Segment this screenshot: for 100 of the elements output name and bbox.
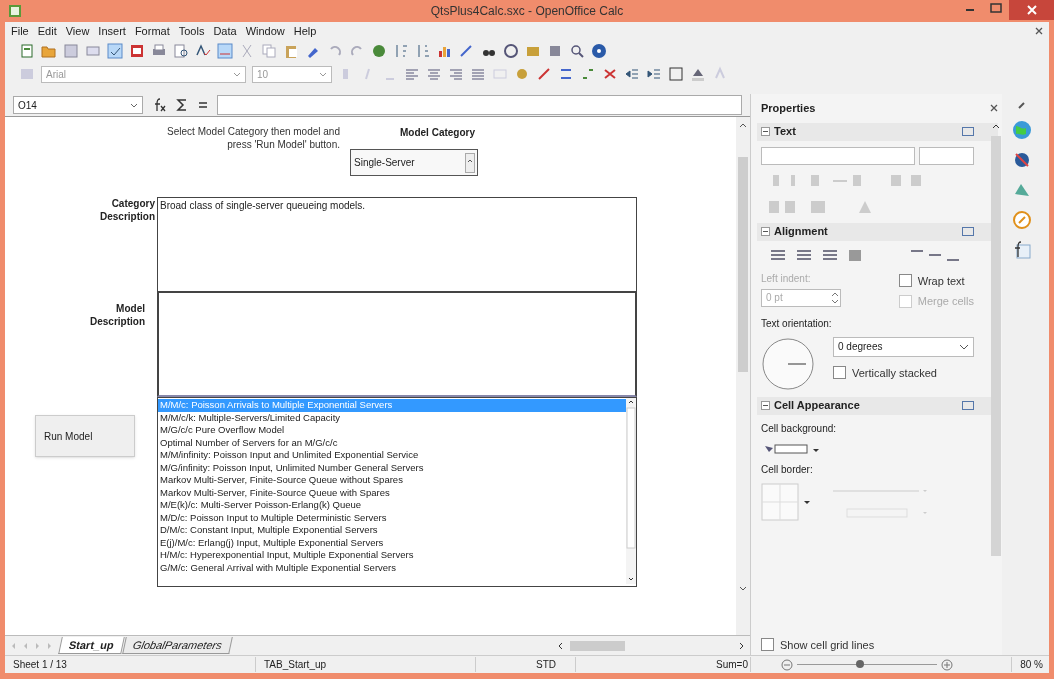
- collapse-icon[interactable]: [761, 401, 770, 410]
- menu-item[interactable]: Data: [213, 22, 237, 40]
- name-box[interactable]: O14: [13, 96, 143, 114]
- panel-title: Properties: [761, 101, 816, 116]
- document-icon[interactable]: [19, 43, 35, 59]
- field-label: Cell border:: [761, 462, 814, 477]
- category-dropdown[interactable]: Single-Server: [350, 149, 478, 176]
- model-option[interactable]: H/M/c: Hyperexponential Input, Multiple Exponential Servers: [158, 549, 626, 562]
- orientation-dropdown[interactable]: 0 degrees: [833, 336, 974, 357]
- checkbox[interactable]: [833, 366, 846, 380]
- more-options-icon[interactable]: [962, 401, 974, 410]
- window-title: QtsPlus4Calc.sxc - OpenOffice Calc: [430, 4, 624, 18]
- checkbox-label[interactable]: Vertically stacked: [852, 364, 937, 381]
- instruction-text: Select Model Category then model and press 'Run Model' button.: [166, 125, 340, 151]
- delete-decimal-icon[interactable]: [602, 66, 618, 82]
- sort-ascending-icon[interactable]: [393, 43, 409, 59]
- wrench-icon[interactable]: [1017, 100, 1027, 110]
- model-option[interactable]: M/M/c/k: Multiple-Servers/Limited Capacity: [158, 411, 626, 424]
- percent-icon[interactable]: [536, 66, 552, 82]
- section-title: Cell Appearance: [774, 398, 860, 414]
- zoom-in-icon[interactable]: [941, 658, 953, 671]
- checkbox-label[interactable]: Show cell grid lines: [780, 636, 875, 653]
- model-option[interactable]: G/M/c: General Arrival with Multiple Exponential Servers: [158, 561, 626, 574]
- function-icon[interactable]: [1012, 240, 1032, 260]
- page-preview-icon[interactable]: [173, 43, 189, 59]
- more-options-icon[interactable]: [962, 127, 974, 136]
- font-name-field[interactable]: [761, 146, 915, 165]
- field-label: Cell background:: [761, 421, 838, 436]
- scrollbar-drawing[interactable]: [626, 398, 636, 584]
- model-option[interactable]: M/E(k)/c: Multi-Server Poisson-Erlang(k) Queue: [158, 499, 626, 512]
- orientation-dial[interactable]: [761, 336, 815, 391]
- properties-icon[interactable]: [1012, 120, 1032, 140]
- increase-indent-icon[interactable]: [646, 66, 662, 82]
- pen-icon[interactable]: [459, 43, 475, 59]
- align-center-icon[interactable]: [426, 66, 442, 82]
- dropdown-icon: [130, 102, 138, 108]
- menu-item[interactable]: Edit: [37, 22, 57, 40]
- checkbox[interactable]: [898, 274, 912, 288]
- folder-icon[interactable]: [41, 43, 57, 59]
- field-label: Left indent:: [761, 271, 812, 286]
- field-label: Category Description: [99, 197, 155, 223]
- sheet-tab[interactable]: GlobalParameters: [121, 637, 233, 654]
- menu-item[interactable]: Tools: [178, 22, 205, 40]
- zoom-icon[interactable]: [569, 43, 585, 59]
- close-button[interactable]: [1009, 0, 1054, 20]
- sheet-tab[interactable]: Start_up: [58, 637, 125, 654]
- close-icon[interactable]: [990, 104, 998, 113]
- model-list[interactable]: [157, 397, 637, 587]
- checkbox-label[interactable]: Wrap text: [917, 272, 965, 289]
- collapse-icon[interactable]: [761, 127, 770, 136]
- app-icon: [8, 4, 22, 18]
- checkbox[interactable]: [761, 638, 774, 652]
- sum-icon[interactable]: [175, 98, 189, 112]
- formula-input-field[interactable]: [217, 95, 742, 115]
- edit-file-icon[interactable]: [107, 43, 123, 59]
- field-label: Model Description: [89, 302, 145, 328]
- zoom-out-icon[interactable]: [781, 658, 793, 671]
- help-icon[interactable]: [591, 43, 607, 59]
- zoom-slider-thumb[interactable]: [856, 660, 864, 668]
- menu-item[interactable]: Insert: [98, 22, 126, 40]
- pdf-icon[interactable]: [129, 43, 145, 59]
- dropdown-icon: [233, 71, 241, 77]
- model-option[interactable]: Markov Multi-Server, Finite-Source Queue without Spares: [158, 474, 626, 487]
- close-document-icon[interactable]: [1035, 27, 1043, 35]
- menu-item[interactable]: Help: [293, 22, 317, 40]
- spin-arrows-icon: [830, 290, 840, 305]
- section-title: Alignment: [774, 224, 828, 240]
- status-text: Sum=0: [716, 659, 748, 670]
- model-option[interactable]: E(j)/M/c: Erlang(j) Input, Multiple Exponential Servers: [158, 536, 626, 549]
- autospell-icon[interactable]: [217, 43, 233, 59]
- font-size-field[interactable]: [919, 146, 974, 165]
- status-text: TAB_Start_up: [264, 659, 327, 670]
- dropdown-icon: [319, 71, 327, 77]
- equals-icon[interactable]: [197, 99, 209, 111]
- paste-icon[interactable]: [283, 43, 299, 59]
- spin-arrows-icon: [465, 152, 475, 173]
- collapse-icon[interactable]: [761, 227, 770, 236]
- menu-item[interactable]: View: [65, 22, 90, 40]
- model-option[interactable]: M/M/infinity: Poisson Input and Unlimited Exponential Service: [158, 449, 626, 462]
- menu-item[interactable]: Window: [245, 22, 285, 40]
- section-title: Text: [774, 124, 796, 140]
- status-text: Sheet 1 / 13: [13, 659, 67, 670]
- sort-descending-icon[interactable]: [415, 43, 431, 59]
- model-option[interactable]: Markov Multi-Server, Finite-Source Queue with Spares: [158, 486, 626, 499]
- model-option[interactable]: M/G/c/c Pure Overflow Model: [158, 424, 626, 437]
- borders-icon[interactable]: [668, 66, 684, 82]
- align-right-icon[interactable]: [448, 66, 464, 82]
- model-option[interactable]: M/G/infinity: Poisson Input, Unlimited Number General Servers: [158, 461, 626, 474]
- model-option[interactable]: Optimal Number of Servers for an M/G/c/c: [158, 436, 626, 449]
- menu-item[interactable]: File: [11, 22, 29, 40]
- align-left-icon[interactable]: [404, 66, 420, 82]
- decrease-indent-icon[interactable]: [624, 66, 640, 82]
- model-option[interactable]: M/D/c: Poisson Input to Multiple Deterministic Servers: [158, 511, 626, 524]
- dropdown-icon: [959, 343, 969, 350]
- more-options-icon[interactable]: [962, 227, 974, 236]
- menu-item[interactable]: Format: [134, 22, 170, 40]
- model-option[interactable]: D/M/c: Constant Input, Multiple Exponential Servers: [158, 524, 626, 537]
- justify-icon[interactable]: [470, 66, 486, 82]
- run-model-button[interactable]: Run Model: [35, 415, 135, 457]
- copy-icon[interactable]: [261, 43, 277, 59]
